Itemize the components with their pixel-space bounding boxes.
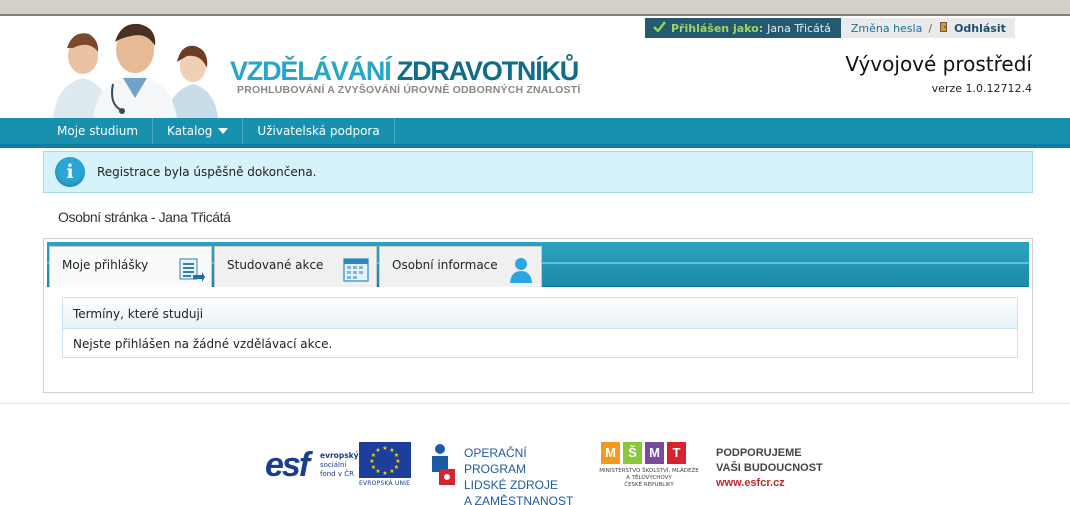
logo-title-part-2: ZDRAVOTNÍKŮ — [396, 56, 579, 86]
document-list-icon — [177, 255, 205, 283]
browser-top-strip — [0, 0, 1070, 16]
eu-flag-icon: ★ ★ ★ ★ ★ ★ ★ ★ ★ ★ ★ ★ — [359, 442, 411, 478]
msmt-block-2: Š — [623, 442, 642, 464]
msmt-logo: M Š M T MINISTERSTVO ŠKOLSTVÍ, MLÁDEŽE A… — [599, 442, 709, 490]
footer-divider — [0, 403, 1070, 404]
success-message: i Registrace byla úspěšně dokončena. — [43, 151, 1033, 193]
logged-user-name: Jana Třicátá — [767, 21, 831, 35]
caret-down-icon — [218, 128, 229, 134]
op-lzz-logo: OPERAČNÍ PROGRAM LIDSKÉ ZDROJE A ZAMĚSTN… — [429, 443, 589, 505]
slogan-line-2: VAŠI BUDOUCNOST — [716, 462, 823, 474]
logo-title-part-1: VZDĚLÁVÁNÍ — [230, 56, 397, 86]
tab-label: Osobní informace — [392, 258, 498, 272]
logout-link[interactable]: Odhlásit — [954, 22, 1006, 35]
esf-line-2: sociální — [320, 461, 347, 469]
main-navigation: Moje studium Katalog Uživatelská podpora — [0, 118, 1070, 148]
esf-line-3: fond v ČR — [320, 470, 354, 478]
page-title: Osobní stránka - Jana Třicátá — [58, 209, 231, 225]
info-icon: i — [55, 157, 85, 187]
account-links: Změna hesla / Odhlásit — [840, 18, 1015, 38]
logout-door-icon — [938, 21, 950, 36]
puzzle-person-icon — [429, 443, 457, 487]
slogan-line-1: PODPORUJEME — [716, 447, 802, 459]
tab-label: Studované akce — [227, 258, 324, 272]
svg-text:★: ★ — [369, 458, 374, 465]
studied-terms-box: Termíny, které studuji Nejste přihlášen … — [62, 297, 1018, 358]
nav-item-label: Katalog — [167, 124, 213, 138]
msmt-line-1: MINISTERSTVO ŠKOLSTVÍ, MLÁDEŽE A TĚLOVÝC… — [599, 468, 699, 481]
checkmark-icon — [653, 21, 666, 35]
svg-text:★: ★ — [382, 445, 387, 452]
site-logo-subtitle: PROHLUBOVÁNÍ A ZVYŠOVÁNÍ ÚROVNĚ ODBORNÝC… — [237, 84, 581, 96]
tab-moje-prihlasky[interactable]: Moje přihlášky — [49, 246, 212, 287]
op-line-1: OPERAČNÍ PROGRAM — [464, 446, 527, 476]
logged-as-label: Přihlášen jako: — [671, 21, 764, 35]
version-label: verze 1.0.12712.4 — [931, 82, 1032, 95]
eu-logo: ★ ★ ★ ★ ★ ★ ★ ★ ★ ★ ★ ★ EVROPSKÁ UNIE — [359, 442, 411, 490]
nav-item-moje-studium[interactable]: Moje studium — [43, 118, 154, 144]
svg-text:★: ★ — [371, 464, 376, 471]
esf-line-1: evropský — [320, 451, 359, 460]
tab-label: Moje přihlášky — [62, 258, 149, 272]
op-line-2: LIDSKÉ ZDROJE — [464, 478, 559, 492]
eu-caption: EVROPSKÁ UNIE — [359, 480, 411, 487]
calendar-icon — [342, 255, 370, 283]
nav-item-uzivatelska-podpora[interactable]: Uživatelská podpora — [243, 118, 395, 144]
op-lzz-text: OPERAČNÍ PROGRAM LIDSKÉ ZDROJE A ZAMĚSTN… — [464, 445, 589, 505]
message-text: Registrace byla úspěšně dokončena. — [97, 165, 317, 179]
studied-terms-empty-text: Nejste přihlášen na žádné vzdělávací akc… — [73, 337, 333, 351]
msmt-line-2: ČESKÉ REPUBLIKY — [624, 482, 674, 488]
studied-terms-title: Termíny, které studuji — [63, 298, 1017, 329]
msmt-block-3: M — [645, 442, 664, 464]
svg-text:★: ★ — [389, 468, 394, 475]
esf-logo-caption: evropský sociální fond v ČR — [320, 451, 359, 479]
esf-slogan: PODPORUJEME VAŠI BUDOUCNOST www.esfcr.cz — [716, 446, 823, 491]
person-icon — [507, 255, 535, 283]
op-line-3: A ZAMĚSTNANOST — [464, 494, 574, 505]
link-separator: / — [928, 21, 933, 35]
nav-item-label: Uživatelská podpora — [257, 124, 380, 138]
header-photo-doctors — [43, 18, 218, 118]
tab-osobni-informace[interactable]: Osobní informace — [379, 246, 542, 287]
change-password-link[interactable]: Změna hesla — [851, 22, 923, 35]
esf-logo: esf evropský sociální fond v ČR — [265, 442, 359, 490]
esf-url-link[interactable]: www.esfcr.cz — [716, 477, 785, 489]
msmt-block-4: T — [667, 442, 686, 464]
site-logo-title[interactable]: VZDĚLÁVÁNÍ ZDRAVOTNÍKŮ — [230, 56, 579, 87]
site-header: VZDĚLÁVÁNÍ ZDRAVOTNÍKŮ PROHLUBOVÁNÍ A ZV… — [0, 18, 1070, 118]
nav-item-katalog[interactable]: Katalog — [153, 118, 244, 144]
environment-label: Vývojové prostředí — [845, 52, 1032, 76]
logged-user-box: Přihlášen jako: Jana Třicátá — [645, 18, 841, 38]
tab-studovane-akce[interactable]: Studované akce — [214, 246, 377, 287]
nav-item-label: Moje studium — [57, 124, 139, 138]
msmt-blocks: M Š M T — [601, 442, 709, 464]
svg-text:★: ★ — [375, 447, 380, 454]
svg-text:★: ★ — [382, 470, 387, 477]
tabs-panel: Moje přihlášky Studované akce Osobní inf… — [43, 238, 1033, 393]
msmt-caption: MINISTERSTVO ŠKOLSTVÍ, MLÁDEŽE A TĚLOVÝC… — [599, 468, 699, 489]
msmt-block-1: M — [601, 442, 620, 464]
esf-logo-text: esf — [265, 446, 310, 484]
footer-logos: esf evropský sociální fond v ČR ★ ★ ★ ★ ★ ★ ★… — [265, 440, 825, 505]
tab-bar: Moje přihlášky Studované akce Osobní inf… — [47, 242, 1029, 287]
user-bar: Přihlášen jako: Jana Třicátá Změna hesla… — [645, 18, 1015, 38]
